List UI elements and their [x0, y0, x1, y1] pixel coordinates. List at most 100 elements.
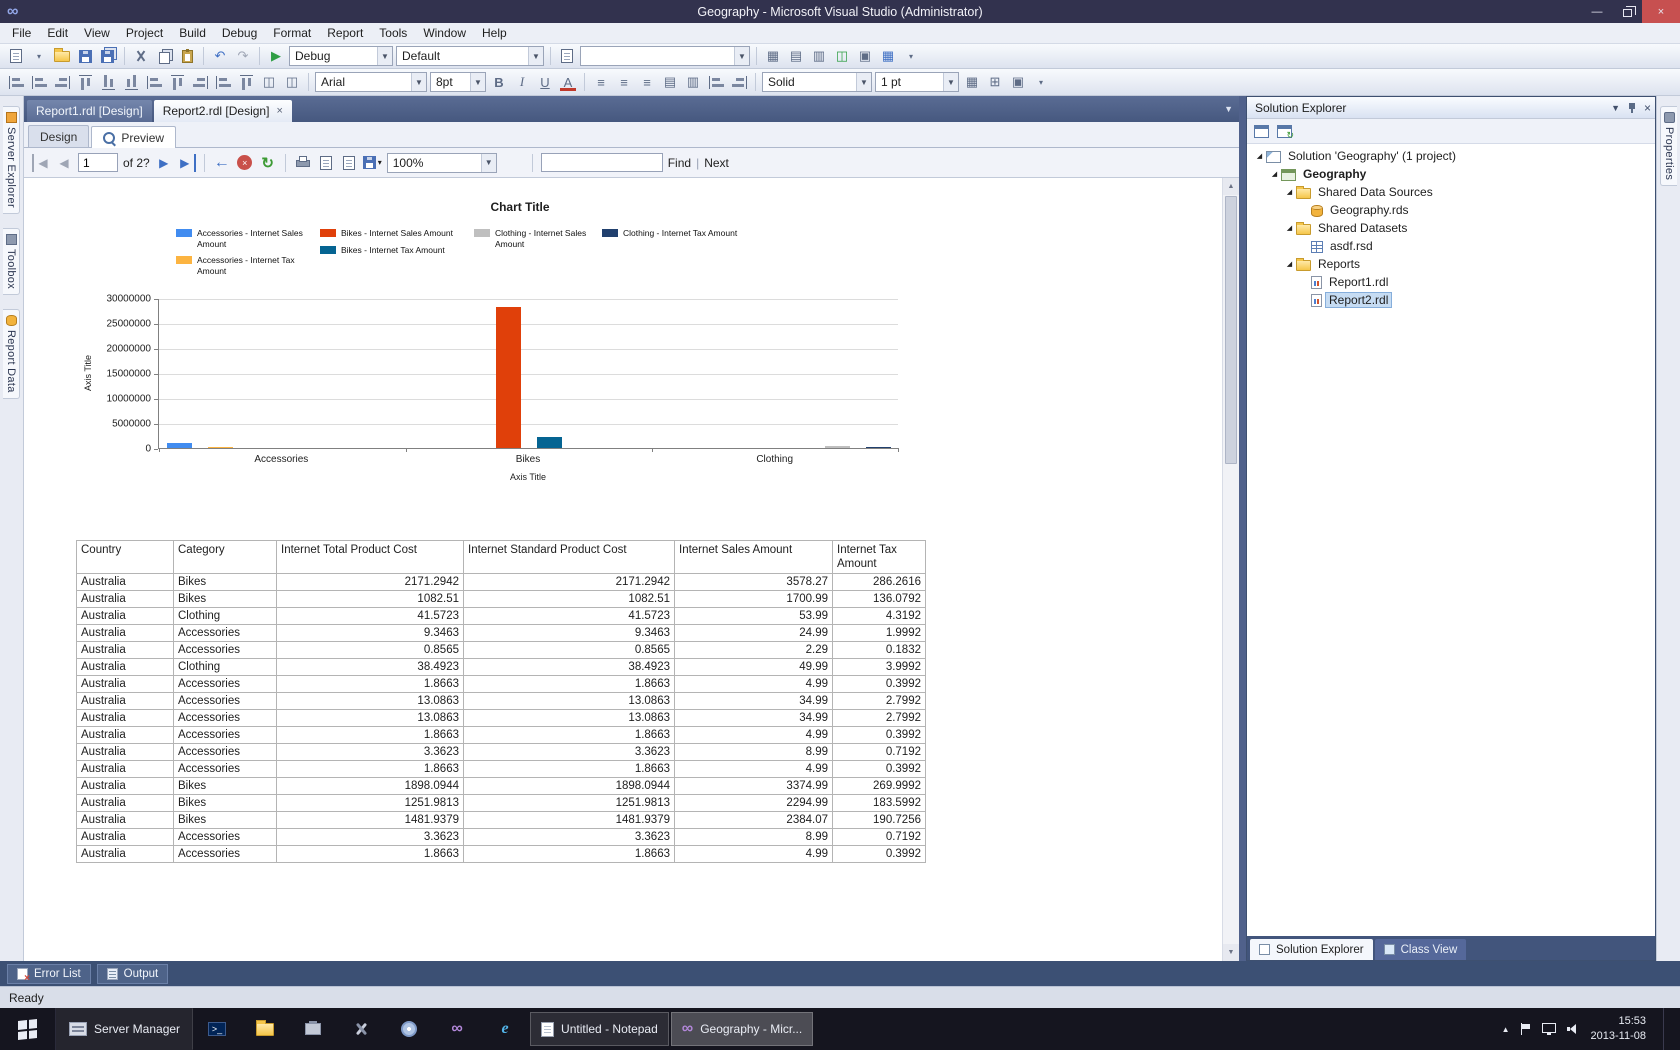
align-middles-icon[interactable]: [98, 72, 118, 92]
new-item-icon[interactable]: [6, 46, 26, 66]
bring-to-front-icon[interactable]: ◫: [259, 72, 279, 92]
tab-design[interactable]: Design: [28, 125, 90, 147]
horizontal-spacing-icon[interactable]: [213, 72, 233, 92]
align-lefts-icon[interactable]: [6, 72, 26, 92]
refresh-button[interactable]: ↻: [259, 154, 277, 172]
solution-configurations-combo[interactable]: Debug ▼: [289, 46, 393, 66]
background-fill-icon[interactable]: ▣: [1008, 72, 1028, 92]
tree-item-report2-rdl[interactable]: Report2.rdl: [1247, 291, 1655, 309]
menu-report[interactable]: Report: [319, 24, 371, 42]
document-tab-report2-rdl-design[interactable]: Report2.rdl [Design] ×: [153, 100, 292, 122]
back-to-parent-report-button[interactable]: ←: [213, 154, 231, 172]
taskbar-visual-studio-button[interactable]: ∞: [434, 1012, 480, 1046]
increase-indent-icon[interactable]: [729, 72, 749, 92]
chevron-down-icon[interactable]: ▼: [411, 73, 426, 91]
menu-tools[interactable]: Tools: [371, 24, 415, 42]
scroll-up-icon[interactable]: ▲: [1223, 178, 1239, 195]
tool-tab-properties[interactable]: Properties: [1660, 106, 1677, 187]
menu-file[interactable]: File: [4, 24, 39, 42]
save-all-icon[interactable]: [98, 46, 118, 66]
scrollbar-thumb[interactable]: [1225, 196, 1237, 464]
close-button[interactable]: ×: [1642, 0, 1680, 23]
vertical-scrollbar[interactable]: ▲ ▼: [1222, 178, 1239, 961]
immediate-window-icon[interactable]: ▥: [809, 46, 829, 66]
find-text-input[interactable]: [540, 153, 663, 172]
tree-item-shared-datasets[interactable]: ◢ Shared Datasets: [1247, 219, 1655, 237]
restore-button[interactable]: [1612, 0, 1642, 23]
taskbar-internet-explorer-button[interactable]: e: [482, 1012, 528, 1046]
align-text-left-icon[interactable]: ≡: [591, 72, 611, 92]
page-number-input[interactable]: [78, 153, 118, 172]
tree-item-shared-data-sources[interactable]: ◢ Shared Data Sources: [1247, 183, 1655, 201]
decrease-indent-icon[interactable]: [706, 72, 726, 92]
attach-to-process-icon[interactable]: [557, 46, 577, 66]
find-combo[interactable]: ▼: [580, 46, 750, 66]
find-next-button[interactable]: Next: [704, 156, 729, 170]
taskbar-search-button[interactable]: [386, 1012, 432, 1046]
start-debugging-icon[interactable]: ▶: [266, 46, 286, 66]
next-page-button[interactable]: ▶: [155, 154, 173, 172]
auto-hide-pin-icon[interactable]: [1627, 102, 1637, 114]
make-same-height-icon[interactable]: [167, 72, 187, 92]
taskbar-powershell-button[interactable]: >_: [194, 1012, 240, 1046]
window-position-chevron-icon[interactable]: ▼: [1611, 103, 1620, 113]
send-to-back-icon[interactable]: ◫: [282, 72, 302, 92]
zoom-combo[interactable]: 100% ▼: [386, 152, 497, 173]
menu-window[interactable]: Window: [415, 24, 474, 42]
print-layout-button[interactable]: [317, 154, 335, 172]
tab-solution-explorer[interactable]: Solution Explorer: [1250, 939, 1373, 960]
refresh-icon[interactable]: [1277, 124, 1294, 141]
font-name-combo[interactable]: Arial ▼: [315, 72, 427, 92]
last-page-button[interactable]: ▶: [178, 153, 196, 172]
font-color-icon[interactable]: A: [558, 72, 578, 92]
paste-icon[interactable]: [177, 46, 197, 66]
close-panel-icon[interactable]: ×: [1644, 101, 1651, 115]
save-icon[interactable]: [75, 46, 95, 66]
align-text-right-icon[interactable]: ≡: [637, 72, 657, 92]
cut-icon[interactable]: [131, 46, 151, 66]
start-button[interactable]: [0, 1008, 56, 1050]
volume-icon[interactable]: [1566, 1023, 1580, 1035]
undo-icon[interactable]: ↶: [210, 46, 230, 66]
chevron-down-icon[interactable]: ▼: [943, 73, 958, 91]
align-bottoms-icon[interactable]: [121, 72, 141, 92]
tab-output[interactable]: Output: [96, 963, 169, 984]
align-centers-icon[interactable]: [29, 72, 49, 92]
align-tops-icon[interactable]: [75, 72, 95, 92]
chevron-down-icon[interactable]: ▼: [377, 47, 392, 65]
chevron-down-icon[interactable]: ▼: [480, 153, 496, 172]
taskbar-server-manager-button[interactable]: Server Manager: [56, 1008, 194, 1050]
tab-error-list[interactable]: Error List: [7, 963, 91, 984]
tab-preview[interactable]: Preview: [91, 126, 177, 148]
new-item-dropdown-icon[interactable]: ▾: [29, 46, 49, 66]
object-browser-icon[interactable]: ◫: [832, 46, 852, 66]
menu-build[interactable]: Build: [171, 24, 214, 42]
tool-tab-server-explorer[interactable]: Server Explorer: [3, 106, 20, 214]
tool-tab-report-data[interactable]: Report Data: [3, 308, 20, 399]
find-button[interactable]: Find: [668, 156, 691, 170]
show-desktop-button[interactable]: [1663, 1008, 1670, 1050]
redo-icon[interactable]: ↷: [233, 46, 253, 66]
vertical-spacing-icon[interactable]: [236, 72, 256, 92]
toolbox-window-icon[interactable]: ▣: [855, 46, 875, 66]
borders-icon[interactable]: ⊞: [985, 72, 1005, 92]
make-same-size-icon[interactable]: [190, 72, 210, 92]
previous-page-button[interactable]: ◀: [55, 154, 73, 172]
document-tab-report1-rdl-design[interactable]: Report1.rdl [Design]: [27, 100, 152, 122]
chevron-down-icon[interactable]: ▼: [856, 73, 871, 91]
open-file-icon[interactable]: [52, 46, 72, 66]
bullet-list-icon[interactable]: ▤: [660, 72, 680, 92]
font-size-combo[interactable]: 8pt ▼: [430, 72, 486, 92]
first-page-button[interactable]: ◀: [32, 153, 50, 172]
menu-debug[interactable]: Debug: [214, 24, 265, 42]
chevron-down-icon[interactable]: ▼: [528, 47, 543, 65]
tree-item-report1-rdl[interactable]: Report1.rdl: [1247, 273, 1655, 291]
taskbar-window-untitled-notepad[interactable]: Untitled - Notepad: [530, 1012, 669, 1046]
toolbar-overflow-icon[interactable]: ▾: [1031, 72, 1051, 92]
italic-icon[interactable]: I: [512, 72, 532, 92]
action-center-flag-icon[interactable]: [1520, 1023, 1531, 1035]
tree-item-geography[interactable]: ◢ Geography: [1247, 165, 1655, 183]
numbered-list-icon[interactable]: ▥: [683, 72, 703, 92]
chevron-down-icon[interactable]: ▼: [734, 47, 749, 65]
close-tab-icon[interactable]: ×: [276, 105, 282, 117]
